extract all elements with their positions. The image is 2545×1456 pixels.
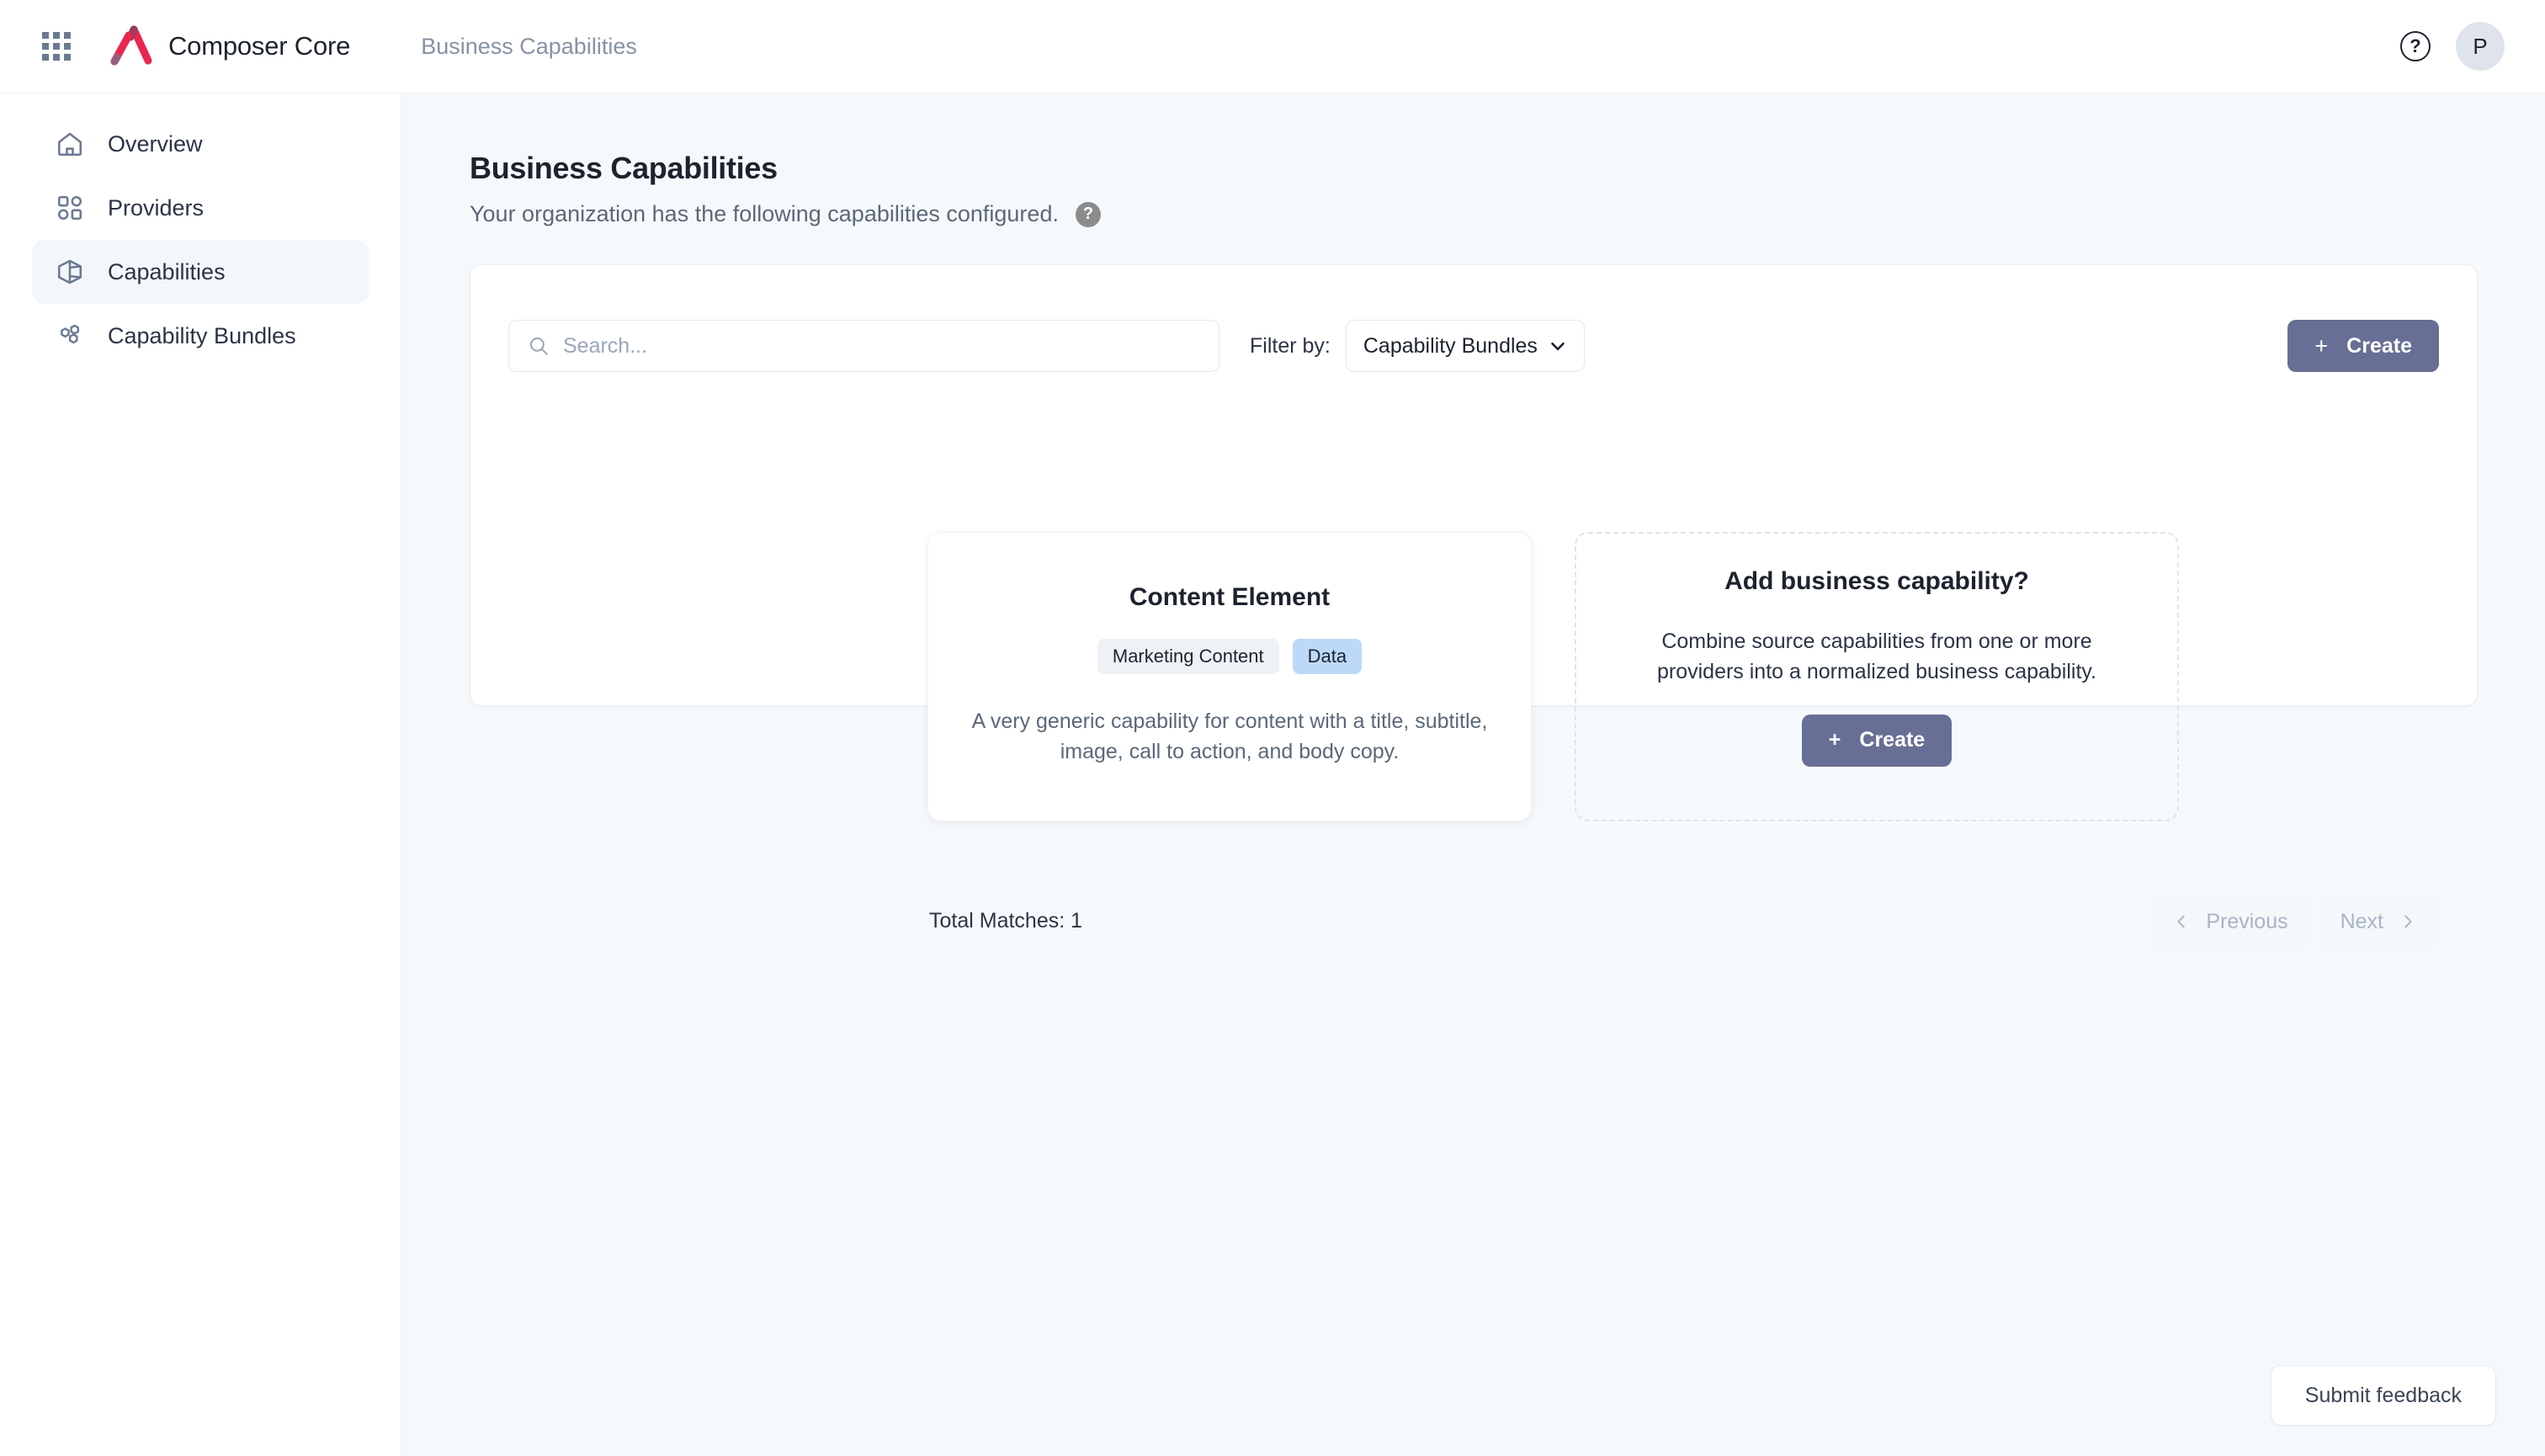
panel-toolbar: Filter by: Capability Bundles	[508, 320, 1585, 372]
top-bar: Composer Core Business Capabilities ? P	[0, 0, 2545, 93]
filter-label: Filter by:	[1250, 333, 1331, 358]
search-input[interactable]	[563, 333, 1152, 359]
providers-icon	[57, 195, 82, 221]
page-subtitle: Your organization has the following capa…	[470, 201, 1059, 226]
info-help-icon[interactable]: ?	[1075, 201, 1101, 227]
capability-card-description: A very generic capability for content wi…	[971, 709, 1488, 764]
pagination: Previous Next	[2150, 895, 2439, 949]
capability-card-title: Content Element	[1129, 583, 1331, 611]
tag-data: Data	[1292, 639, 1363, 674]
composer-logo-icon	[110, 25, 152, 66]
topbar-actions: ? P	[2400, 22, 2505, 71]
sidebar-item-label: Capability Bundles	[108, 322, 296, 348]
add-capability-create-button[interactable]: + Create	[1801, 714, 1953, 767]
help-icon[interactable]: ?	[2400, 31, 2431, 61]
submit-feedback-button[interactable]: Submit feedback	[2270, 1365, 2496, 1426]
plus-icon: +	[1828, 728, 1841, 752]
next-label: Next	[2340, 909, 2383, 933]
sidebar-item-providers[interactable]: Providers	[32, 176, 369, 240]
add-capability-create-label: Create	[1859, 728, 1926, 752]
create-button[interactable]: + Create	[2287, 320, 2439, 372]
cube-icon	[57, 259, 82, 284]
brand-home-link[interactable]: Composer Core	[106, 24, 350, 68]
home-icon	[57, 132, 82, 157]
add-capability-description: Combine source capabilities from one or …	[1656, 630, 2097, 684]
sidebar-item-capability-bundles[interactable]: Capability Bundles	[32, 304, 369, 368]
sidebar: Overview Providers Capabilities Capabili…	[0, 93, 401, 1456]
page-subtitle-row: Your organization has the following capa…	[470, 201, 1101, 227]
add-capability-card: Add business capability? Combine source …	[1575, 532, 2179, 821]
next-button[interactable]: Next	[2318, 895, 2439, 949]
hexagons-icon	[61, 324, 79, 344]
create-button-label: Create	[2346, 333, 2412, 358]
breadcrumb[interactable]: Business Capabilities	[421, 34, 637, 60]
sidebar-item-label: Providers	[108, 194, 205, 221]
capability-card-tags: Marketing Content Data	[1097, 639, 1363, 674]
main-content: Business Capabilities Your organization …	[401, 93, 2545, 1456]
previous-label: Previous	[2206, 909, 2288, 933]
add-capability-title: Add business capability?	[1724, 567, 2029, 595]
brand-name: Composer Core	[168, 31, 351, 61]
capability-bundle-select[interactable]: Capability Bundles	[1345, 320, 1585, 372]
avatar[interactable]: P	[2456, 22, 2505, 71]
search-icon	[529, 337, 548, 355]
apps-grid-icon[interactable]	[42, 32, 71, 61]
previous-button[interactable]: Previous	[2150, 895, 2310, 949]
chevron-down-icon	[1551, 342, 1565, 351]
capability-card[interactable]: Content Element Marketing Content Data A…	[927, 532, 1532, 821]
chevron-right-icon	[2404, 915, 2412, 928]
sidebar-item-label: Capabilities	[108, 258, 226, 284]
sidebar-item-overview[interactable]: Overview	[32, 112, 369, 176]
plus-icon: +	[2314, 332, 2329, 359]
page-title: Business Capabilities	[470, 151, 778, 185]
select-value: Capability Bundles	[1363, 333, 1538, 358]
filter-group: Filter by: Capability Bundles	[1250, 320, 1585, 372]
search-box[interactable]	[508, 320, 1219, 372]
total-matches: Total Matches: 1	[929, 909, 1083, 933]
chevron-left-icon	[2177, 915, 2185, 928]
capability-cards: Content Element Marketing Content Data A…	[927, 532, 2179, 821]
tag-marketing-content: Marketing Content	[1097, 639, 1279, 674]
sidebar-item-label: Overview	[108, 130, 203, 157]
sidebar-item-capabilities[interactable]: Capabilities	[32, 240, 369, 304]
